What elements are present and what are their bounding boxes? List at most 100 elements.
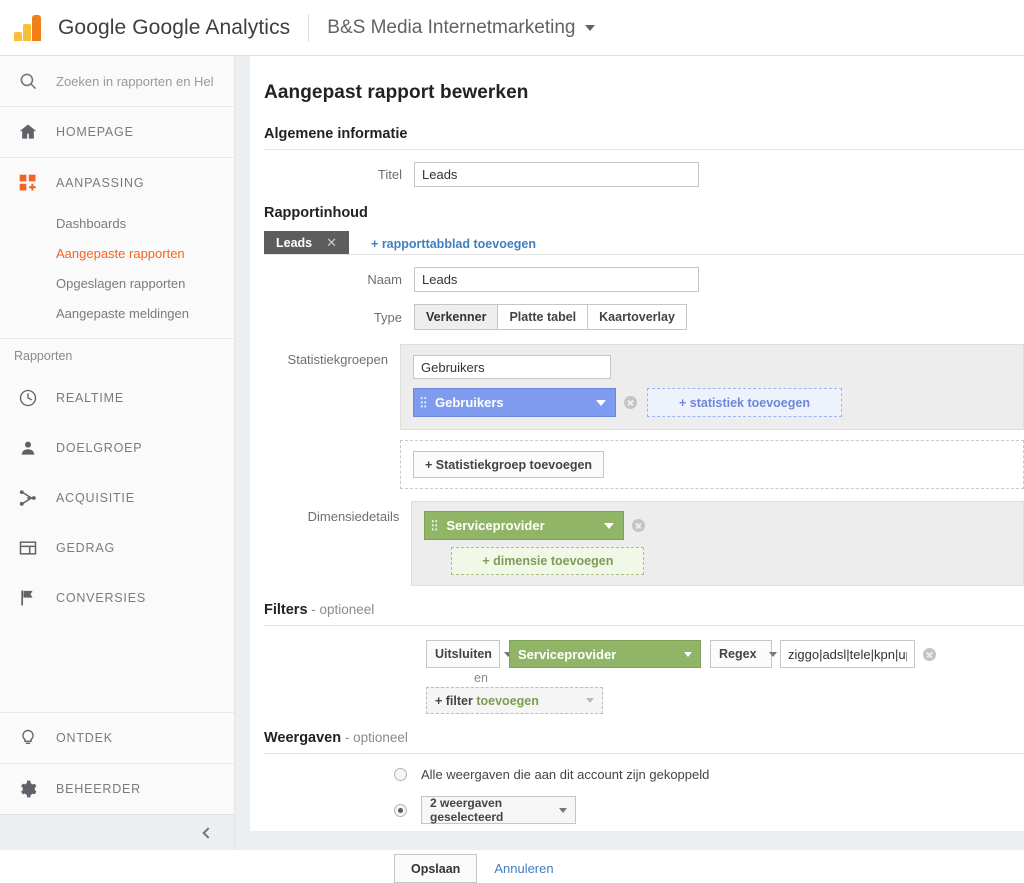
- filter-exclude-select[interactable]: Uitsluiten: [426, 640, 512, 668]
- filter-value-input[interactable]: [780, 640, 915, 668]
- dimension-pill-row: Serviceprovider: [424, 511, 1011, 540]
- drag-handle-icon[interactable]: [420, 396, 427, 409]
- sidebar-item-beheerder[interactable]: BEHEERDER: [0, 764, 234, 814]
- sidebar-item-acquisitie[interactable]: ACQUISITIE: [0, 473, 234, 523]
- metric-group-name-input[interactable]: [413, 355, 611, 379]
- sidebar-subitem-opgeslagen-rapporten[interactable]: Opgeslagen rapporten: [0, 268, 234, 298]
- type-option-kaartoverlay[interactable]: Kaartoverlay: [587, 304, 687, 330]
- add-report-tab-link[interactable]: + rapporttabblad toevoegen: [371, 237, 536, 254]
- remove-dimension-icon[interactable]: [632, 519, 646, 532]
- sidebar-item-doelgroep[interactable]: DOELGROEP: [0, 423, 234, 473]
- top-bar: Google Google Analytics B&S Media Intern…: [0, 0, 1024, 56]
- views-select-value: 2 weergaven geselecteerd: [430, 796, 504, 824]
- sidebar-item-label: ACQUISITIE: [56, 491, 135, 505]
- type-option-platte-tabel[interactable]: Platte tabel: [497, 304, 589, 330]
- sidebar-subitem-aangepaste-meldingen[interactable]: Aangepaste meldingen: [0, 298, 234, 328]
- page-title: Aangepast rapport bewerken: [264, 82, 529, 103]
- views-radio-selected[interactable]: [394, 803, 407, 817]
- sidebar-item-realtime[interactable]: REALTIME: [0, 373, 234, 423]
- home-icon: [0, 122, 56, 142]
- sidebar-subitem-dashboards[interactable]: Dashboards: [0, 208, 234, 238]
- behavior-window-icon: [0, 538, 56, 558]
- views-option-all-label: Alle weergaven die aan dit account zijn …: [421, 767, 710, 782]
- filter-dimension-select[interactable]: Serviceprovider: [509, 640, 701, 668]
- account-selector[interactable]: B&S Media Internetmarketing: [309, 16, 596, 39]
- sidebar-item-conversies[interactable]: CONVERSIES: [0, 573, 234, 623]
- filter-match-type-value: Regex: [719, 647, 757, 661]
- add-metric-button[interactable]: + statistiek toevoegen: [647, 388, 842, 417]
- sidebar-item-label: ONTDEK: [56, 731, 113, 745]
- sidebar-item-label: CONVERSIES: [56, 591, 146, 605]
- dimension-pill-label: Serviceprovider: [446, 518, 545, 533]
- naam-label: Naam: [367, 272, 402, 287]
- add-dimension-button[interactable]: + dimensie toevoegen: [451, 547, 645, 575]
- cancel-link[interactable]: Annuleren: [494, 861, 553, 876]
- titel-row: Titel: [264, 162, 1024, 187]
- statistiekgroepen-row: Statistiekgroepen Gebruikers + statistie…: [264, 344, 1024, 489]
- views-radio-all[interactable]: [394, 768, 407, 781]
- add-filter-button[interactable]: + filter toevoegen: [426, 687, 603, 714]
- chevron-down-icon: [585, 24, 596, 31]
- search-placeholder: Zoeken in rapporten en Hel: [56, 73, 214, 89]
- report-tabs: Leads ✕ + rapporttabblad toevoegen: [264, 231, 1024, 254]
- dimensiedetails-label: Dimensiedetails: [307, 509, 400, 524]
- save-button[interactable]: Opslaan: [394, 854, 478, 883]
- sidebar-item-label: DOELGROEP: [56, 441, 143, 455]
- type-option-verkenner[interactable]: Verkenner: [414, 304, 499, 330]
- chevron-down-icon: [586, 698, 594, 703]
- views-option-all-row[interactable]: Alle weergaven die aan dit account zijn …: [394, 767, 1024, 782]
- account-name: B&S Media Internetmarketing: [327, 16, 576, 38]
- sidebar-item-ontdek[interactable]: ONTDEK: [0, 713, 234, 763]
- naam-row: Naam: [264, 267, 1024, 292]
- sidebar-group-rapporten: Rapporten: [14, 349, 73, 363]
- customization-blocks-icon: [0, 173, 56, 193]
- remove-filter-icon[interactable]: [923, 647, 936, 661]
- sidebar-item-label: AANPASSING: [56, 176, 145, 190]
- titel-input[interactable]: [414, 162, 699, 187]
- section-title-algemene-informatie: Algemene informatie: [264, 126, 1024, 150]
- sidebar-item-gedrag[interactable]: GEDRAG: [0, 523, 234, 573]
- metric-pill-gebruikers[interactable]: Gebruikers: [413, 388, 616, 417]
- divider: [264, 254, 1024, 255]
- acquisition-nodes-icon: [0, 488, 56, 508]
- sidebar: Zoeken in rapporten en Hel HOMEPAGE AANP…: [0, 56, 235, 850]
- add-metric-group-button[interactable]: + Statistiekgroep toevoegen: [413, 451, 605, 478]
- add-metric-group-panel: + Statistiekgroep toevoegen: [400, 440, 1024, 489]
- section-title-rapportinhoud: Rapportinhoud: [264, 205, 368, 221]
- remove-metric-icon[interactable]: [624, 396, 637, 409]
- flag-icon: [0, 588, 56, 608]
- metric-pill-label: Gebruikers: [435, 395, 504, 410]
- person-icon: [0, 438, 56, 458]
- section-title-filters-text: Filters: [264, 602, 308, 618]
- filter-dimension-value: Serviceprovider: [518, 646, 617, 662]
- sidebar-item-label: HOMEPAGE: [56, 125, 134, 139]
- views-option-selected-row[interactable]: 2 weergaven geselecteerd: [394, 796, 1024, 824]
- close-icon[interactable]: ✕: [326, 235, 337, 251]
- report-tab-leads[interactable]: Leads ✕: [264, 231, 350, 254]
- sidebar-item-label: REALTIME: [56, 391, 124, 405]
- sidebar-item-aanpassing[interactable]: AANPASSING: [0, 158, 234, 208]
- add-filter-word: toevoegen: [476, 693, 539, 708]
- brand-title: Google Google Analytics: [58, 15, 291, 39]
- actions-row: Opslaan Annuleren: [394, 854, 1024, 883]
- dimension-pill-serviceprovider[interactable]: Serviceprovider: [424, 511, 625, 540]
- metric-group-panel: Gebruikers + statistiek toevoegen: [400, 344, 1024, 430]
- chevron-down-icon: [559, 807, 567, 813]
- sidebar-collapse-button[interactable]: [0, 814, 234, 850]
- sidebar-item-label: BEHEERDER: [56, 782, 141, 796]
- naam-input[interactable]: [414, 267, 699, 292]
- section-title-filters-optional: - optioneel: [307, 602, 375, 617]
- type-label: Type: [373, 309, 402, 325]
- views-select-dropdown[interactable]: 2 weergaven geselecteerd: [421, 796, 576, 824]
- sidebar-item-homepage[interactable]: HOMEPAGE: [0, 107, 234, 157]
- sidebar-subitem-aangepaste-rapporten[interactable]: Aangepaste rapporten: [0, 238, 234, 268]
- dimension-panel: Serviceprovider + dimensie toevoegen: [411, 501, 1024, 586]
- chevron-down-icon: [684, 651, 692, 657]
- drag-handle-icon[interactable]: [431, 519, 439, 532]
- search-input[interactable]: Zoeken in rapporten en Hel: [0, 56, 234, 106]
- filter-exclude-value: Uitsluiten: [435, 647, 492, 661]
- gear-icon: [0, 779, 56, 799]
- filter-and-label: en: [474, 671, 488, 685]
- filter-match-type-select[interactable]: Regex: [710, 640, 777, 668]
- section-title-filters: Filters - optioneel: [264, 602, 1024, 626]
